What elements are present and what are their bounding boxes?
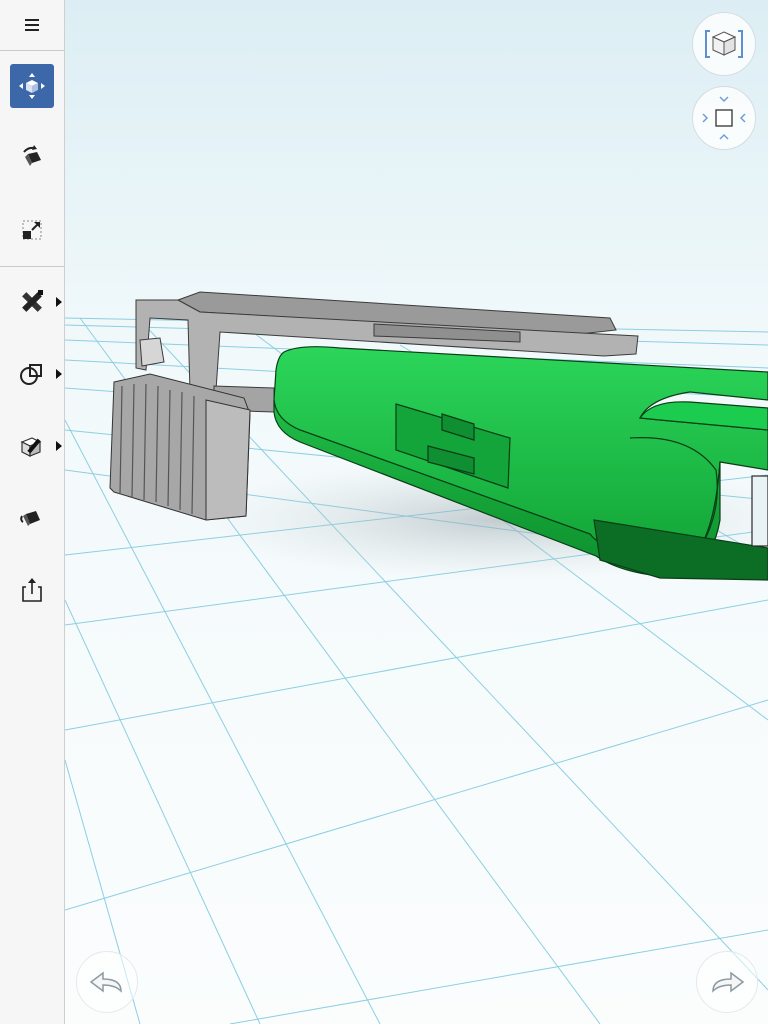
pencil-ruler-icon <box>22 290 43 312</box>
shapes-icon <box>20 364 42 385</box>
undo-arrow-icon <box>89 971 122 993</box>
flyout-arrow-icon <box>56 369 62 379</box>
orbit-square-icon <box>702 96 746 140</box>
orbit-control-button[interactable] <box>692 86 756 150</box>
sketch-tools-button[interactable] <box>10 280 54 324</box>
rotate-icon <box>23 145 41 166</box>
move-icon <box>19 73 45 99</box>
redo-arrow-icon <box>712 971 745 993</box>
view-cube-button[interactable] <box>692 12 756 76</box>
edit-body-icon <box>20 437 42 457</box>
combine-tools-button[interactable] <box>10 352 54 396</box>
hamburger-menu-icon <box>25 19 39 31</box>
undo-button[interactable] <box>76 951 138 1013</box>
move-tool-button[interactable] <box>10 64 54 108</box>
scale-tool-button[interactable] <box>10 208 54 252</box>
sidebar-divider <box>0 266 64 267</box>
view-cube-icon <box>705 30 743 58</box>
rotate-tool-button[interactable] <box>10 136 54 180</box>
edit-body-button[interactable] <box>10 424 54 468</box>
export-button[interactable] <box>10 568 54 612</box>
sidebar-divider <box>0 50 64 51</box>
3d-viewport[interactable] <box>65 0 768 1024</box>
appearance-button[interactable] <box>10 496 54 540</box>
share-icon <box>22 578 42 602</box>
scale-icon <box>22 220 42 240</box>
flyout-arrow-icon <box>56 297 62 307</box>
toolbar-sidebar <box>0 0 65 1024</box>
paint-bucket-icon <box>20 511 40 526</box>
flyout-arrow-icon <box>56 441 62 451</box>
menu-button[interactable] <box>10 3 54 47</box>
scene-canvas <box>65 0 768 1024</box>
redo-button[interactable] <box>696 951 758 1013</box>
